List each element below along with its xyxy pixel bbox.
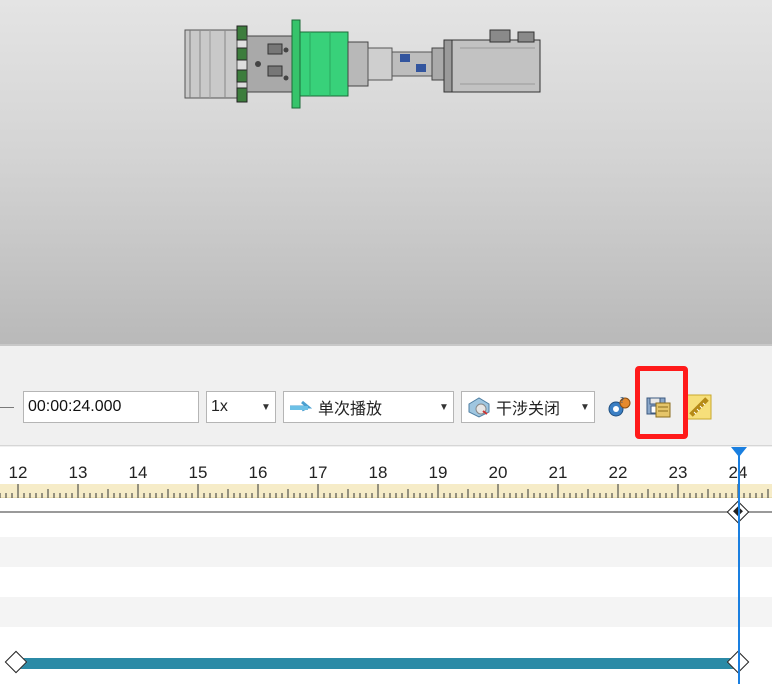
tick-label: 21	[548, 463, 568, 482]
tick-label: 20	[488, 463, 508, 482]
slider-track-end[interactable]	[0, 407, 14, 408]
speed-value: 1x	[211, 398, 228, 415]
chevron-down-icon: ▼	[261, 401, 271, 413]
animation-duration-bar[interactable]	[16, 658, 738, 669]
tick-label: 17	[308, 463, 328, 482]
tick-label: 15	[188, 463, 208, 482]
interference-value: 干涉关闭	[496, 401, 561, 418]
track-baseline	[0, 511, 772, 513]
tick-label: 23	[668, 463, 688, 482]
collision-settings-button[interactable]: ?	[604, 391, 634, 423]
interference-icon	[468, 397, 490, 418]
arrow-right-icon	[290, 400, 313, 412]
chevron-down-icon: ▼	[580, 401, 590, 413]
tick-label: 18	[368, 463, 388, 482]
chevron-down-icon: ▼	[439, 401, 449, 413]
time-cursor-line[interactable]	[738, 453, 740, 684]
playback-mode-value: 单次播放	[318, 401, 383, 418]
timeline-panel[interactable]: 12131415161718192021222324	[0, 447, 772, 684]
collision-settings-icon: ?	[608, 396, 631, 417]
tick-label: 16	[248, 463, 268, 482]
track-row[interactable]	[0, 597, 772, 627]
playback-mode-select[interactable]: 单次播放 ▼	[283, 391, 454, 423]
track-row[interactable]	[0, 537, 772, 567]
time-cursor-handle[interactable]	[731, 447, 747, 457]
highlight-annotation	[635, 366, 688, 439]
assembly-model[interactable]	[180, 18, 550, 110]
interference-select[interactable]: 干涉关闭 ▼	[461, 391, 595, 423]
tick-label: 14	[128, 463, 148, 482]
track-row[interactable]	[0, 627, 772, 657]
current-time-field[interactable]: 00:00:24.000	[23, 391, 199, 423]
time-ruler[interactable]: 12131415161718192021222324	[0, 447, 772, 500]
tick-label: 13	[68, 463, 88, 482]
speed-select[interactable]: 1x ▼	[206, 391, 276, 423]
measure-icon	[686, 394, 712, 420]
measure-button[interactable]	[684, 391, 714, 423]
tick-label: 22	[608, 463, 628, 482]
tick-label: 12	[8, 463, 28, 482]
3d-viewport[interactable]	[0, 0, 772, 344]
svg-text:?: ?	[620, 396, 624, 405]
tick-label: 19	[428, 463, 448, 482]
track-row[interactable]	[0, 567, 772, 597]
